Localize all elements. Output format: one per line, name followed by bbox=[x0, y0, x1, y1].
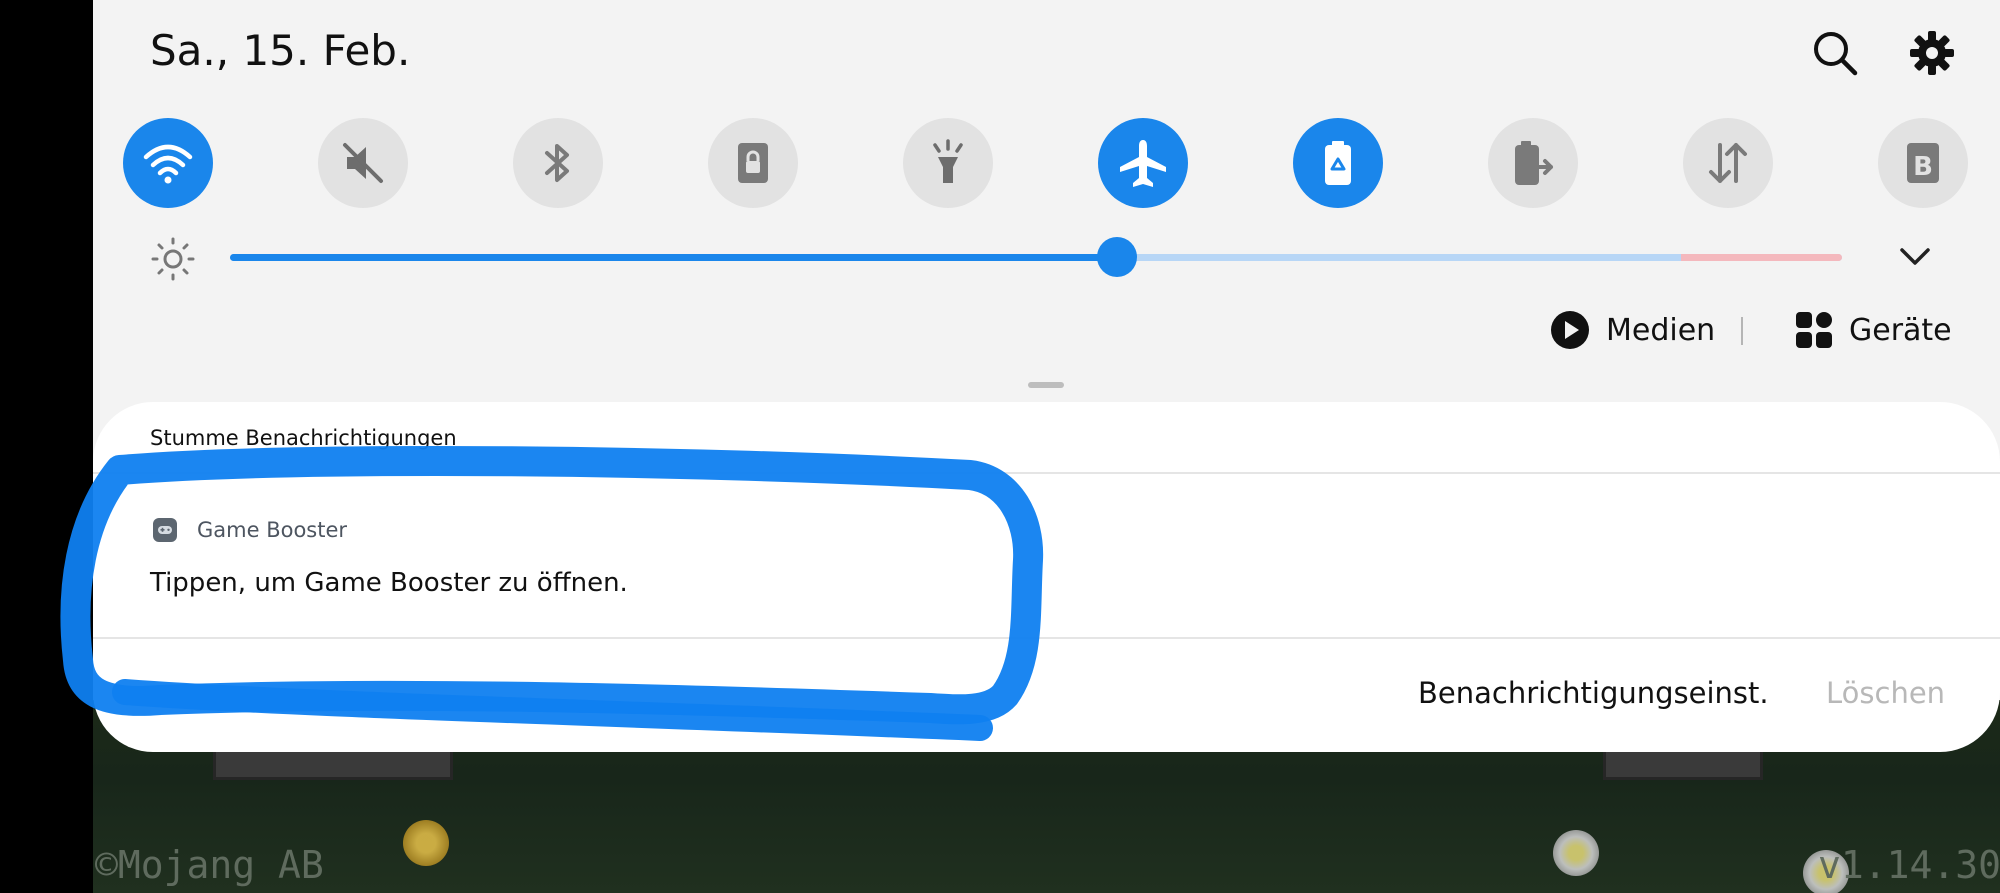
airplane-mode-toggle[interactable] bbox=[1098, 118, 1188, 208]
flower-sprite bbox=[403, 820, 449, 866]
copyright-text: ©Mojang AB bbox=[95, 843, 324, 887]
battery-share-icon bbox=[1515, 141, 1553, 185]
version-text: v1.14.30 bbox=[1818, 843, 2000, 887]
gamepad-icon bbox=[153, 518, 177, 542]
svg-text:B: B bbox=[1913, 152, 1933, 182]
wifi-toggle[interactable] bbox=[123, 118, 213, 208]
bluetooth-icon bbox=[545, 144, 569, 182]
mute-toggle[interactable] bbox=[318, 118, 408, 208]
clear-button[interactable]: Löschen bbox=[1826, 676, 1945, 710]
notification-text[interactable]: Tippen, um Game Booster zu öffnen. bbox=[150, 568, 628, 598]
notification-app-row[interactable]: Game Booster bbox=[153, 518, 347, 542]
date-label: Sa., 15. Feb. bbox=[150, 26, 411, 75]
devices-label: Geräte bbox=[1849, 312, 1952, 348]
gear-icon[interactable] bbox=[1907, 28, 1957, 78]
flashlight-icon bbox=[933, 139, 963, 183]
drag-handle[interactable] bbox=[1028, 382, 1064, 388]
wireless-powershare-toggle[interactable] bbox=[1488, 118, 1578, 208]
brightness-slider-fill bbox=[230, 254, 1117, 261]
notification-card: Stumme Benachrichtigungen Game Booster T… bbox=[93, 402, 2000, 752]
card-divider bbox=[93, 472, 2000, 474]
bixby-routines-toggle[interactable]: B bbox=[1878, 118, 1968, 208]
mute-icon bbox=[343, 143, 383, 183]
screen-lock-toggle[interactable] bbox=[708, 118, 798, 208]
media-label: Medien bbox=[1606, 312, 1716, 348]
airplane-icon bbox=[1120, 140, 1166, 187]
b-icon: B bbox=[1907, 143, 1939, 183]
card-divider bbox=[93, 637, 2000, 639]
play-icon bbox=[1551, 311, 1589, 349]
divider bbox=[1741, 317, 1743, 345]
power-saving-toggle[interactable] bbox=[1293, 118, 1383, 208]
bluetooth-toggle[interactable] bbox=[513, 118, 603, 208]
flower-sprite bbox=[1553, 830, 1599, 876]
lock-icon bbox=[738, 143, 768, 183]
brightness-slider-warning-zone bbox=[1680, 254, 1842, 261]
mobile-data-toggle[interactable] bbox=[1683, 118, 1773, 208]
brightness-icon bbox=[151, 237, 195, 281]
battery-recycle-icon bbox=[1325, 141, 1351, 185]
devices-button[interactable]: Geräte bbox=[1795, 308, 1952, 352]
search-icon[interactable] bbox=[1810, 28, 1860, 78]
section-title: Stumme Benachrichtigungen bbox=[150, 426, 457, 450]
data-arrows-icon bbox=[1709, 143, 1747, 183]
media-button[interactable]: Medien bbox=[1550, 308, 1715, 352]
brightness-slider-thumb[interactable] bbox=[1096, 237, 1137, 277]
chevron-down-icon[interactable] bbox=[1896, 242, 1934, 272]
notification-app-name: Game Booster bbox=[197, 518, 348, 542]
wifi-icon bbox=[143, 144, 193, 184]
devices-grid-icon bbox=[1796, 312, 1832, 348]
notification-settings-button[interactable]: Benachrichtigungseinst. bbox=[1418, 676, 1769, 710]
flashlight-toggle[interactable] bbox=[903, 118, 993, 208]
brightness-slider[interactable] bbox=[230, 254, 1842, 261]
